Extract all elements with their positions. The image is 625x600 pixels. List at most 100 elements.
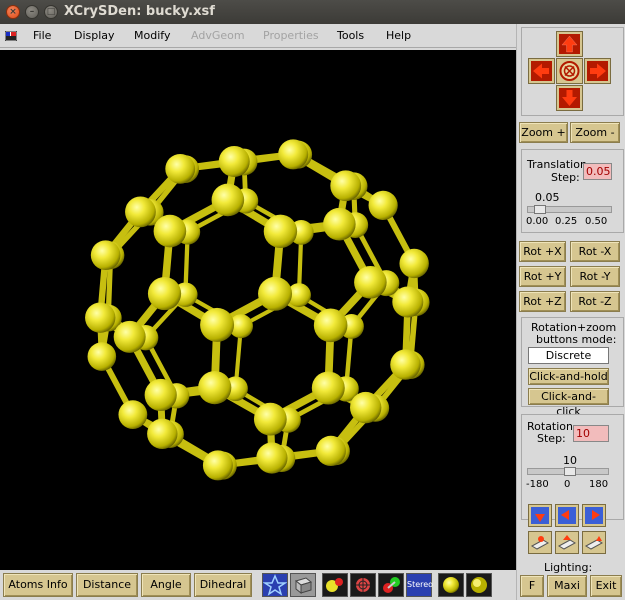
menu-file[interactable]: File: [33, 29, 51, 42]
perspective-icon-button[interactable]: [438, 573, 464, 597]
rot-z-minus-button[interactable]: Rot -Z: [570, 291, 620, 312]
rot-y-minus-button[interactable]: Rot -Y: [570, 266, 620, 287]
carbon-atom[interactable]: [153, 214, 187, 248]
translate-left-button[interactable]: [528, 58, 555, 84]
menu-modify[interactable]: Modify: [134, 29, 170, 42]
view-top-button[interactable]: [582, 504, 606, 527]
carbon-atom[interactable]: [354, 265, 387, 299]
angle-button[interactable]: Angle: [141, 573, 191, 597]
rotation-step-input[interactable]: 10: [573, 425, 609, 442]
zoom-out-button[interactable]: Zoom -: [570, 122, 620, 143]
rotation-tick-mid: 0: [564, 479, 571, 490]
carbon-atom[interactable]: [368, 190, 398, 220]
translation-tick-mid: 0.25: [555, 216, 578, 227]
carbon-atom[interactable]: [311, 371, 345, 405]
translation-tick-max: 0.50: [585, 216, 608, 227]
target-reset-icon: [559, 61, 580, 81]
carbon-atom[interactable]: [87, 342, 117, 371]
exit-button[interactable]: Exit: [590, 575, 622, 597]
translation-step-group: Translation Step: 0.05 0.05 0.00 0.25 0.…: [521, 149, 624, 233]
mode-click-and-hold-button[interactable]: Click-and-hold: [528, 368, 609, 385]
ball-stick-icon-button[interactable]: [322, 573, 348, 597]
carbon-atom[interactable]: [198, 370, 232, 405]
carbon-atom[interactable]: [125, 196, 156, 228]
distance-button[interactable]: Distance: [76, 573, 138, 597]
rot-x-plus-button[interactable]: Rot +X: [519, 241, 566, 262]
carbon-atom[interactable]: [90, 240, 121, 270]
arrow-left-icon: [531, 61, 552, 81]
carbon-atom[interactable]: [350, 391, 382, 424]
rot-y-plus-button[interactable]: Rot +Y: [519, 266, 566, 287]
reset-view-button[interactable]: [556, 58, 583, 84]
carbon-atom[interactable]: [399, 248, 429, 279]
menu-advgeom[interactable]: AdvGeom: [191, 29, 245, 42]
menu-tools[interactable]: Tools: [337, 29, 364, 42]
arrow-down-icon: [559, 88, 580, 108]
render-mode-icon-button[interactable]: [290, 573, 316, 597]
stereo-icon-button[interactable]: Stereo: [406, 573, 433, 597]
carbon-atom[interactable]: [147, 418, 178, 450]
carbon-atom[interactable]: [118, 400, 148, 430]
plane-view-3-button[interactable]: [582, 531, 606, 554]
rotation-tick-min: -180: [526, 479, 549, 490]
view-front-button[interactable]: [528, 504, 552, 527]
carbon-atom[interactable]: [253, 402, 287, 436]
carbon-atom[interactable]: [315, 435, 346, 466]
menu-properties[interactable]: Properties: [263, 29, 319, 42]
ball-grid-icon: [356, 578, 370, 592]
close-window-button[interactable]: ×: [6, 5, 20, 19]
carbon-atom[interactable]: [85, 302, 116, 333]
maximize-icon: □: [46, 7, 56, 17]
f-button[interactable]: F: [520, 575, 544, 597]
carbon-atom[interactable]: [258, 276, 293, 311]
carbon-atom[interactable]: [211, 183, 245, 217]
rot-x-minus-button[interactable]: Rot -X: [570, 241, 620, 262]
carbon-atom[interactable]: [323, 207, 356, 241]
translate-up-button[interactable]: [556, 31, 583, 57]
minimize-window-button[interactable]: –: [25, 5, 39, 19]
spacefill-icon-button[interactable]: [350, 573, 376, 597]
carbon-atom[interactable]: [256, 442, 288, 474]
xcrysden-window: × – □ XCrySDen: bucky.xsf File Display M…: [0, 0, 625, 600]
menu-help[interactable]: Help: [386, 29, 411, 42]
translation-slider-thumb[interactable]: [534, 205, 547, 214]
carbon-atom[interactable]: [144, 378, 177, 412]
maximize-window-button[interactable]: □: [44, 5, 58, 19]
rot-z-plus-button[interactable]: Rot +Z: [519, 291, 566, 312]
carbon-atom[interactable]: [113, 320, 146, 353]
mode-discrete-option[interactable]: Discrete: [528, 347, 609, 364]
plane-view-2-button[interactable]: [555, 531, 579, 554]
carbon-atom[interactable]: [392, 286, 424, 318]
smooth-shading-icon-button[interactable]: [466, 573, 492, 597]
dihedral-button[interactable]: Dihedral: [194, 573, 252, 597]
menu-display[interactable]: Display: [74, 29, 115, 42]
view-red-arrow-2-icon: [558, 507, 576, 524]
carbon-atom[interactable]: [313, 308, 348, 343]
wireframe-star-icon: [262, 574, 288, 596]
carbon-atom[interactable]: [278, 139, 309, 170]
carbon-atom[interactable]: [200, 307, 235, 342]
close-icon: ×: [9, 7, 17, 17]
structure-viewport[interactable]: [0, 50, 516, 570]
translate-right-button[interactable]: [584, 58, 611, 84]
plane-view-1-button[interactable]: [528, 531, 552, 554]
zoom-in-button[interactable]: Zoom +: [519, 122, 568, 143]
translate-down-button[interactable]: [556, 85, 583, 111]
carbon-atom[interactable]: [165, 153, 196, 184]
carbon-atom[interactable]: [263, 214, 298, 248]
view-side-button[interactable]: [555, 504, 579, 527]
translation-step-input[interactable]: 0.05: [583, 163, 612, 180]
carbon-atom[interactable]: [147, 276, 182, 311]
carbon-atom[interactable]: [202, 450, 233, 481]
mode-label-line2: buttons mode:: [536, 333, 617, 346]
carbon-atom[interactable]: [218, 145, 250, 177]
atoms-info-button[interactable]: Atoms Info: [3, 573, 73, 597]
mode-click-and-click-button[interactable]: Click-and-click: [528, 388, 609, 418]
rotation-slider-thumb[interactable]: [563, 467, 576, 476]
maxi-button[interactable]: Maxi: [547, 575, 587, 597]
rotation-step-label-line2: Step:: [537, 432, 566, 445]
carbon-atom[interactable]: [390, 349, 421, 380]
carbon-atom[interactable]: [330, 170, 362, 202]
colored-atoms-icon-button[interactable]: [378, 573, 404, 597]
display-mode-icon-button[interactable]: [262, 573, 288, 597]
